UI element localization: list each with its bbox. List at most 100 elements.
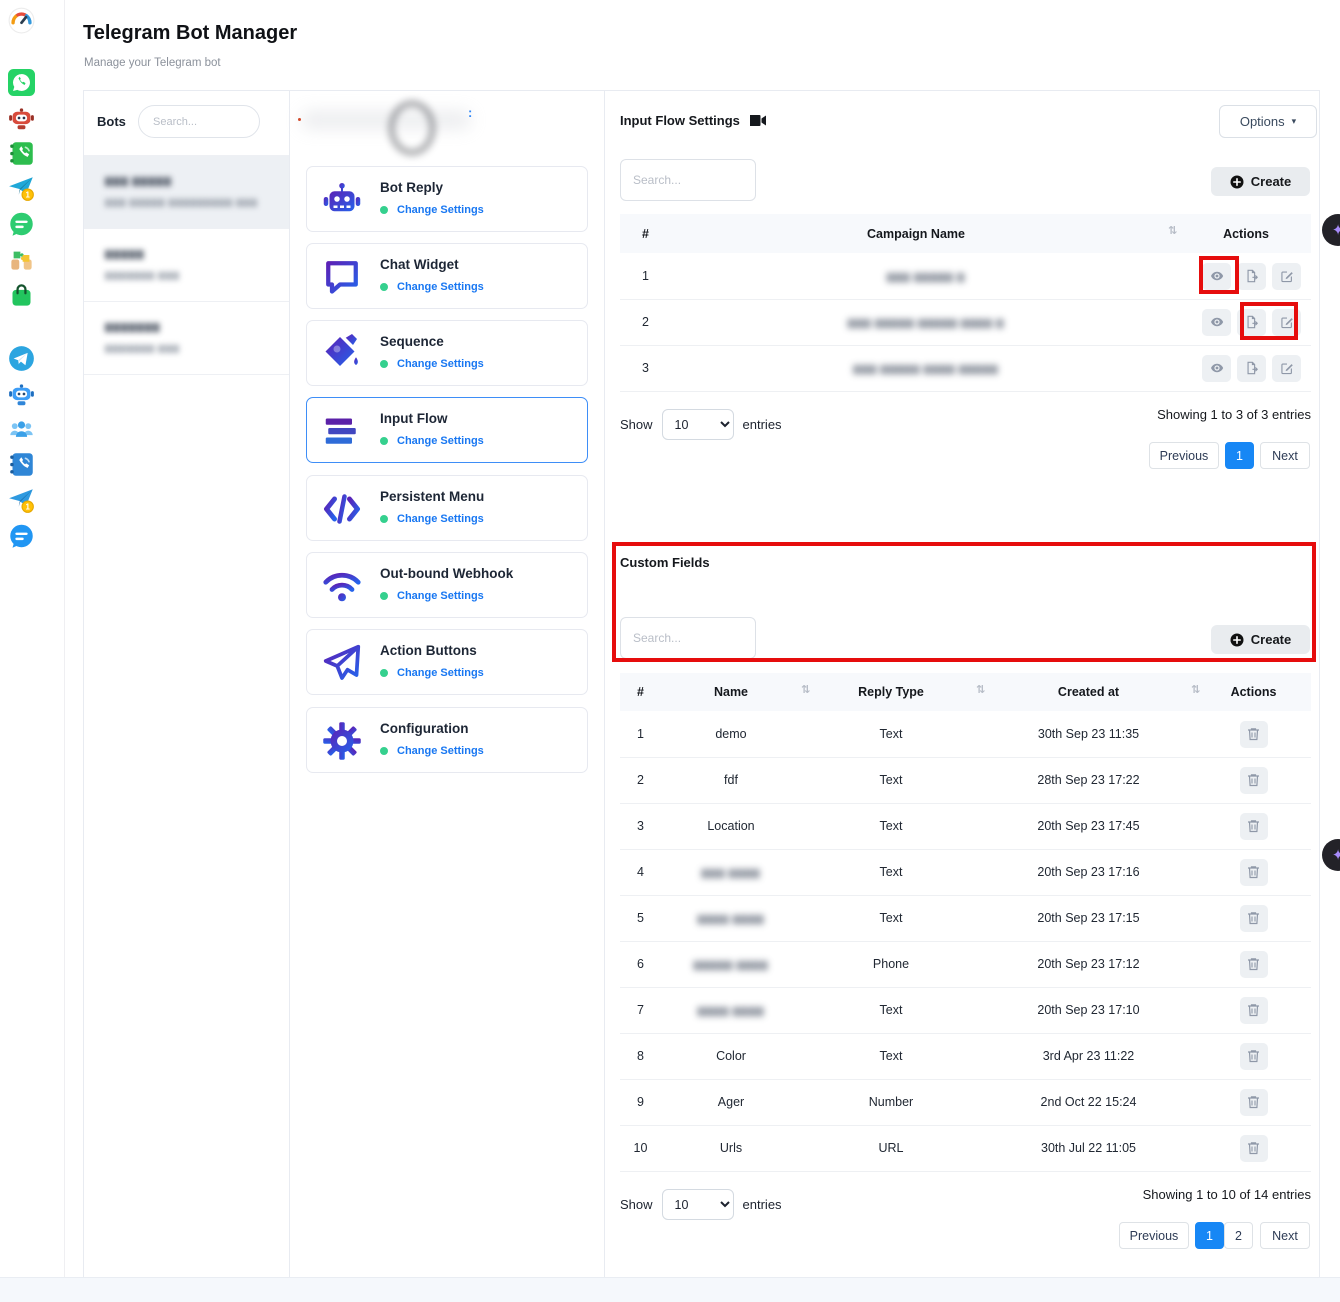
telegram-icon[interactable] <box>8 345 35 372</box>
delete-button[interactable] <box>1240 1135 1268 1162</box>
custom-fields-search-input[interactable] <box>620 617 756 659</box>
page-size-select[interactable]: 10 <box>662 1189 734 1220</box>
delete-button[interactable] <box>1240 905 1268 932</box>
ai-assistant-floating-button[interactable]: ✦ <box>1322 214 1340 246</box>
export-button[interactable] <box>1237 355 1266 382</box>
settings-card-action-buttons[interactable]: Action Buttons Change Settings <box>306 629 588 695</box>
col-num[interactable]: # <box>620 685 661 699</box>
view-button[interactable] <box>1202 355 1231 382</box>
sort-icon[interactable]: ⇅ <box>1168 224 1177 237</box>
settings-card-input-flow[interactable]: Input Flow Change Settings <box>306 397 588 463</box>
chat-green-icon[interactable] <box>8 211 35 238</box>
change-settings-link[interactable]: Change Settings <box>397 435 484 447</box>
input-flow-show-entries: Show 10 entries <box>620 409 782 440</box>
settings-card-outbound-webhook[interactable]: Out-bound Webhook Change Settings <box>306 552 588 618</box>
bot-list-item[interactable]: ▇▇▇▇▇ ▇▇▇▇▇▇▇ ▇▇▇ <box>84 229 289 302</box>
custom-fields-create-button[interactable]: Create <box>1211 625 1310 654</box>
ai-assistant-floating-button[interactable]: ✦ <box>1322 839 1340 871</box>
field-name: Urls <box>661 1141 801 1155</box>
delete-button[interactable] <box>1240 767 1268 794</box>
edit-button[interactable] <box>1272 263 1301 290</box>
selected-bot-header-blurred <box>301 101 481 147</box>
view-button[interactable] <box>1202 263 1231 290</box>
panel-divider-1 <box>289 91 290 1278</box>
delete-button[interactable] <box>1240 721 1268 748</box>
plus-circle-icon <box>1230 175 1244 189</box>
bot-handle: ▇▇▇ ▇▇▇▇▇ ▇▇▇▇▇▇▇▇▇ ▇▇▇ <box>105 198 258 207</box>
col-campaign-name[interactable]: Campaign Name <box>671 227 1161 241</box>
entries-label: entries <box>743 417 782 432</box>
input-flow-search-input[interactable] <box>620 159 756 201</box>
col-actions: Actions <box>1196 685 1311 699</box>
row-num: 6 <box>620 957 661 971</box>
page-2-button[interactable]: 2 <box>1224 1222 1253 1249</box>
custom-field-row: 7 ▇▇▇▇ ▇▇▇▇ Text 20th Sep 23 17:10 <box>620 987 1311 1034</box>
kebab-menu-icon[interactable]: : <box>468 105 472 120</box>
custom-field-row: 1 demo Text 30th Sep 23 11:35 <box>620 711 1311 758</box>
settings-card-sequence[interactable]: Sequence Change Settings <box>306 320 588 386</box>
page-1-button[interactable]: 1 <box>1195 1222 1224 1249</box>
bot-list-item[interactable]: ▇▇▇ ▇▇▇▇▇ ▇▇▇ ▇▇▇▇▇ ▇▇▇▇▇▇▇▇▇ ▇▇▇ <box>84 156 289 229</box>
settings-card-configuration[interactable]: Configuration Change Settings <box>306 707 588 773</box>
delete-button[interactable] <box>1240 1043 1268 1070</box>
contacts-green-icon[interactable] <box>8 140 35 167</box>
sort-icon[interactable]: ⇅ <box>976 683 985 696</box>
chat-blue-icon[interactable] <box>8 523 35 550</box>
speedometer-icon[interactable] <box>8 7 35 34</box>
delete-button[interactable] <box>1240 813 1268 840</box>
change-settings-link[interactable]: Change Settings <box>397 358 484 370</box>
delete-button[interactable] <box>1240 859 1268 886</box>
page-footer-strip <box>0 1277 1340 1302</box>
change-settings-link[interactable]: Change Settings <box>397 590 484 602</box>
change-settings-link[interactable]: Change Settings <box>397 204 484 216</box>
shopping-bag-icon[interactable] <box>8 282 35 309</box>
col-num[interactable]: # <box>620 227 671 241</box>
options-button[interactable]: Options▾ <box>1219 105 1317 138</box>
bot-name: ▇▇▇▇▇▇▇ <box>105 322 160 333</box>
previous-page-button[interactable]: Previous <box>1119 1222 1189 1249</box>
page-size-select[interactable]: 10 <box>662 409 734 440</box>
bots-search-input[interactable] <box>138 105 260 138</box>
settings-card-persistent-menu[interactable]: Persistent Menu Change Settings <box>306 475 588 541</box>
delete-button[interactable] <box>1240 997 1268 1024</box>
show-label: Show <box>620 1197 653 1212</box>
settings-card-bot-reply[interactable]: Bot Reply Change Settings <box>306 166 588 232</box>
field-name-blurred: ▇▇▇▇ ▇▇▇▇ <box>698 914 765 924</box>
next-page-button[interactable]: Next <box>1260 1222 1310 1249</box>
robot-red-icon[interactable] <box>8 105 35 132</box>
sort-icon[interactable]: ⇅ <box>801 683 810 696</box>
bot-list-item[interactable]: ▇▇▇▇▇▇▇ ▇▇▇▇▇▇▇ ▇▇▇ <box>84 302 289 375</box>
content-shell: Bots ▇▇▇ ▇▇▇▇▇ ▇▇▇ ▇▇▇▇▇ ▇▇▇▇▇▇▇▇▇ ▇▇▇ ▇… <box>83 90 1320 1279</box>
col-reply-type[interactable]: Reply Type <box>801 685 981 699</box>
status-dot <box>380 437 388 445</box>
change-settings-link[interactable]: Change Settings <box>397 513 484 525</box>
whatsapp-icon[interactable] <box>8 69 35 96</box>
col-name[interactable]: Name <box>661 685 801 699</box>
export-button[interactable] <box>1237 309 1266 336</box>
input-flow-create-button[interactable]: Create <box>1211 167 1310 196</box>
users-blue-icon[interactable] <box>8 416 35 443</box>
delete-button[interactable] <box>1240 1089 1268 1116</box>
change-settings-link[interactable]: Change Settings <box>397 281 484 293</box>
robot-blue-icon[interactable] <box>8 381 35 408</box>
sort-icon[interactable]: ⇅ <box>1191 683 1200 696</box>
view-button[interactable] <box>1202 309 1231 336</box>
page-1-button[interactable]: 1 <box>1225 442 1254 469</box>
change-settings-link[interactable]: Change Settings <box>397 745 484 757</box>
contacts-blue-icon[interactable] <box>8 451 35 478</box>
telegram-coin-blue-icon[interactable]: 1 <box>8 487 35 514</box>
settings-card-chat-widget[interactable]: Chat Widget Change Settings <box>306 243 588 309</box>
telegram-coin-green-icon[interactable]: 1 <box>8 175 35 202</box>
export-button[interactable] <box>1237 263 1266 290</box>
edit-button[interactable] <box>1272 309 1301 336</box>
field-created: 20th Sep 23 17:10 <box>981 1003 1196 1017</box>
puzzle-hands-icon[interactable] <box>8 246 35 273</box>
plus-circle-icon <box>1230 633 1244 647</box>
edit-button[interactable] <box>1272 355 1301 382</box>
next-page-button[interactable]: Next <box>1260 442 1310 469</box>
delete-button[interactable] <box>1240 951 1268 978</box>
change-settings-link[interactable]: Change Settings <box>397 667 484 679</box>
previous-page-button[interactable]: Previous <box>1149 442 1219 469</box>
col-created-at[interactable]: Created at <box>981 685 1196 699</box>
row-num: 2 <box>620 315 671 329</box>
